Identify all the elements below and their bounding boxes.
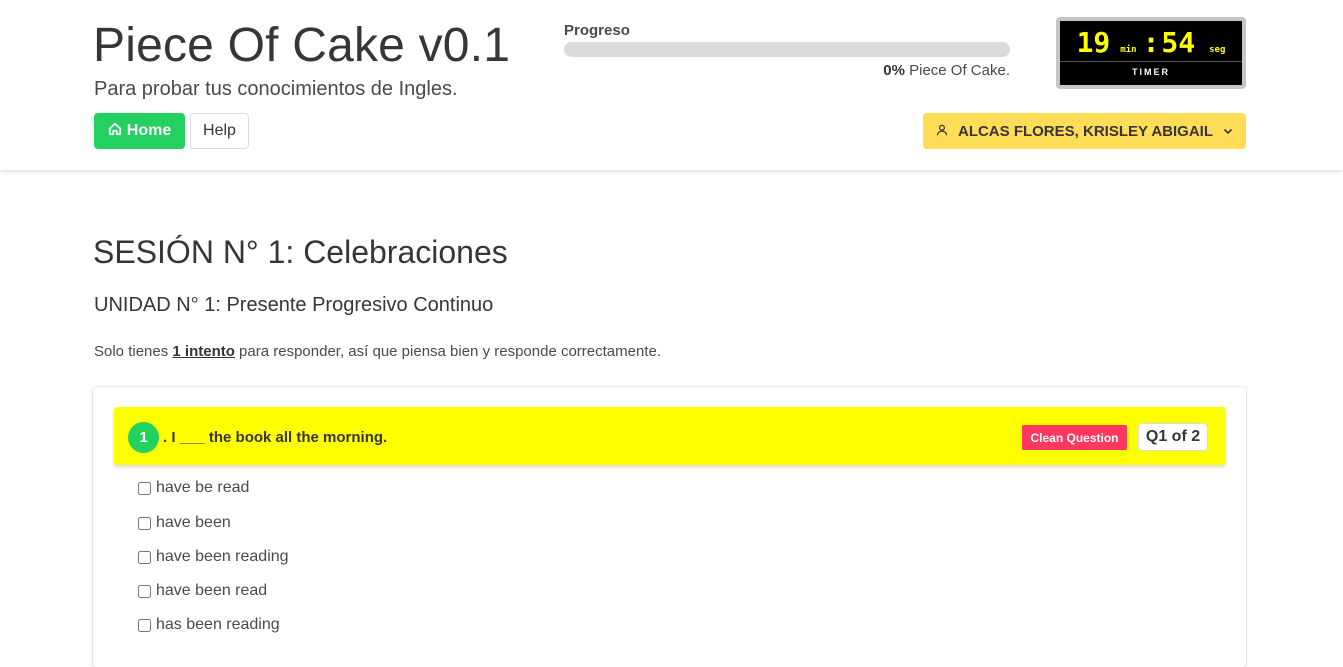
app-title: Piece Of Cake v0.1 (93, 19, 511, 72)
question-text: . I ___ the book all the morning. (163, 429, 388, 446)
option-checkbox[interactable] (138, 481, 151, 495)
progress-percent: 0% (883, 62, 905, 79)
option-item[interactable]: has been reading (138, 616, 280, 634)
clean-question-button[interactable]: Clean Question (1022, 425, 1127, 450)
instructions: Solo tienes 1 intento para responder, as… (94, 343, 661, 360)
timer-sec-unit: seg (1209, 45, 1226, 55)
option-checkbox[interactable] (138, 584, 151, 598)
timer-label: TIMER (1060, 61, 1242, 77)
home-icon (108, 122, 122, 141)
user-menu-button[interactable]: ALCAS FLORES, KRISLEY ABIGAIL (923, 113, 1246, 149)
option-item[interactable]: have been reading (138, 548, 289, 566)
attempts-emphasis: 1 intento (172, 343, 235, 360)
user-icon (936, 123, 948, 140)
unit-title: UNIDAD N° 1: Presente Progresivo Continu… (94, 294, 494, 316)
option-checkbox[interactable] (138, 550, 151, 564)
option-checkbox[interactable] (138, 516, 151, 530)
app-subtitle: Para probar tus conocimientos de Ingles. (94, 78, 458, 100)
timer-seconds: 54 (1161, 26, 1196, 59)
user-name: ALCAS FLORES, KRISLEY ABIGAIL (957, 122, 1213, 140)
progress-bar (564, 42, 1010, 57)
timer-minutes: 19 (1076, 26, 1111, 59)
option-checkbox[interactable] (138, 618, 151, 632)
help-button[interactable]: Help (190, 113, 249, 149)
option-item[interactable]: have be read (138, 479, 249, 497)
session-title: SESIÓN N° 1: Celebraciones (93, 234, 508, 270)
progress-label: Progreso (564, 22, 630, 39)
progress-text: 0% Piece Of Cake. (883, 62, 1010, 79)
progress-suffix: Piece Of Cake. (909, 62, 1010, 79)
option-item[interactable]: have been read (138, 582, 267, 600)
timer: 19 min : 54 seg TIMER (1056, 17, 1246, 89)
option-item[interactable]: have been (138, 514, 231, 532)
chevron-down-icon (1223, 123, 1233, 140)
home-label: Home (126, 122, 172, 139)
timer-colon: : (1142, 26, 1160, 59)
timer-min-unit: min (1120, 45, 1137, 55)
question-counter: Q1 of 2 (1138, 423, 1208, 451)
question-number-badge: 1 (128, 422, 159, 453)
home-button[interactable]: Home (94, 113, 185, 149)
